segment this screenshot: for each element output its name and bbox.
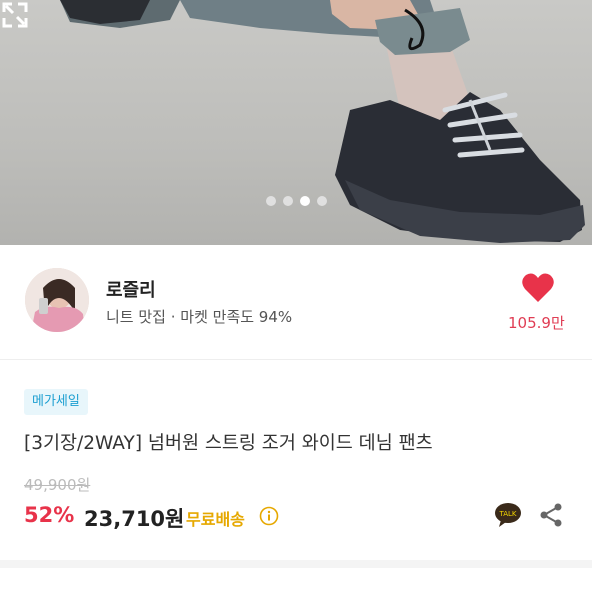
carousel-dot[interactable] [316,196,327,206]
discount-rate: 52% [24,503,75,527]
carousel-indicators [0,196,592,206]
expand-icon[interactable] [0,0,30,30]
section-divider [0,560,592,568]
product-image-carousel[interactable] [0,0,592,245]
seller-avatar[interactable] [25,268,89,332]
product-photo [60,0,585,243]
product-title: [3기장/2WAY] 넘버원 스트링 조거 와이드 데님 팬츠 [24,433,433,454]
kakaotalk-icon[interactable]: TALK [494,502,522,528]
seller-name[interactable]: 로즐리 [106,276,156,302]
talk-icon-label: TALK [498,510,516,518]
carousel-dot[interactable] [282,196,293,206]
heart-icon[interactable] [521,272,555,304]
divider [0,359,592,360]
free-shipping-label: 무료배송 [186,510,245,529]
sale-price: 23,710원 [84,507,185,531]
info-icon[interactable] [259,506,279,526]
like-count: 105.9만 [508,314,565,332]
carousel-dot-active[interactable] [299,196,310,206]
carousel-dot[interactable] [265,196,276,206]
seller-subtitle: 니트 맛집 · 마켓 만족도 94% [106,308,293,326]
share-icon[interactable] [538,502,564,528]
original-price: 49,900원 [24,476,91,494]
mega-sale-badge: 메가세일 [24,389,88,415]
